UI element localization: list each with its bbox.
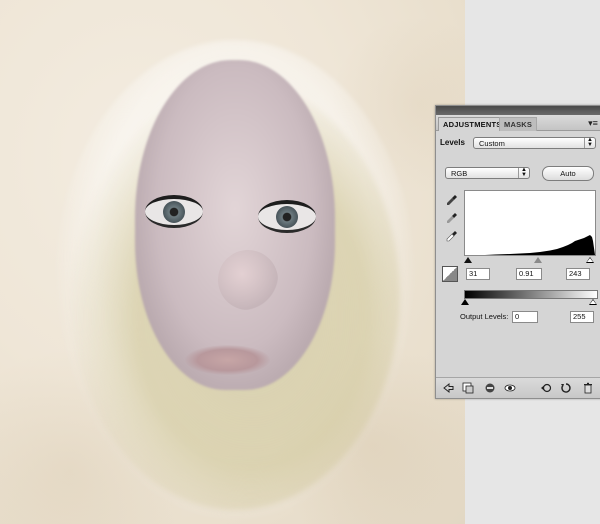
- clip-layer-icon[interactable]: [462, 382, 474, 394]
- black-eyedropper-icon[interactable]: [446, 194, 458, 206]
- channel-value: RGB: [451, 169, 468, 178]
- output-levels-slider[interactable]: [461, 299, 597, 307]
- panel-menu-icon[interactable]: ▾≡: [588, 118, 598, 128]
- output-levels-label: Output Levels:: [460, 312, 509, 321]
- tab-adjustments[interactable]: ADJUSTMENTS: [438, 117, 507, 131]
- adjustments-panel: ADJUSTMENTS MASKS ▾≡ Levels Custom ▲ ▼ RG…: [435, 105, 600, 399]
- histogram-shape: [465, 235, 595, 255]
- panel-tabbar: ADJUSTMENTS MASKS ▾≡: [436, 106, 600, 131]
- input-levels-slider[interactable]: [464, 256, 596, 264]
- document-canvas[interactable]: [0, 0, 465, 524]
- photo-nose: [218, 250, 278, 310]
- input-black-field[interactable]: 31: [466, 268, 490, 280]
- channel-select[interactable]: RGB ▲ ▼: [445, 167, 530, 179]
- output-white-field[interactable]: 255: [570, 311, 594, 323]
- input-white-field[interactable]: 243: [566, 268, 590, 280]
- return-icon[interactable]: [442, 382, 454, 394]
- panel-title-strip[interactable]: [436, 106, 600, 115]
- reset-icon[interactable]: [560, 382, 572, 394]
- histogram: [464, 190, 596, 256]
- black-point-handle[interactable]: [464, 257, 472, 263]
- eye-icon[interactable]: [504, 382, 516, 394]
- output-gradient-bar: [464, 290, 598, 299]
- select-arrows-icon: ▲ ▼: [518, 167, 529, 178]
- white-point-handle[interactable]: [586, 257, 594, 263]
- photo-left-eye: [145, 195, 203, 228]
- trash-icon[interactable]: [582, 382, 594, 394]
- panel-bottom-toolbar: [436, 377, 600, 398]
- tab-masks[interactable]: MASKS: [499, 117, 538, 131]
- auto-button[interactable]: Auto: [542, 166, 594, 181]
- right-iris: [276, 206, 298, 228]
- photo-right-eye: [258, 200, 316, 233]
- output-white-handle[interactable]: [589, 299, 597, 305]
- photo-mouth: [185, 345, 270, 375]
- input-gamma-field[interactable]: 0.91: [516, 268, 542, 280]
- preset-value: Custom: [479, 139, 505, 148]
- preset-select[interactable]: Custom ▲ ▼: [473, 137, 596, 149]
- select-arrows-icon: ▲ ▼: [584, 137, 595, 148]
- clipping-icon[interactable]: [442, 266, 458, 282]
- previous-state-icon[interactable]: [540, 382, 552, 394]
- left-iris: [163, 201, 185, 223]
- output-black-handle[interactable]: [461, 299, 469, 305]
- white-eyedropper-icon[interactable]: [446, 230, 458, 242]
- gray-eyedropper-icon[interactable]: [446, 212, 458, 224]
- visibility-toggle-icon[interactable]: [484, 382, 496, 394]
- adjustment-name: Levels: [440, 138, 465, 147]
- output-black-field[interactable]: 0: [512, 311, 538, 323]
- gamma-handle[interactable]: [534, 257, 542, 263]
